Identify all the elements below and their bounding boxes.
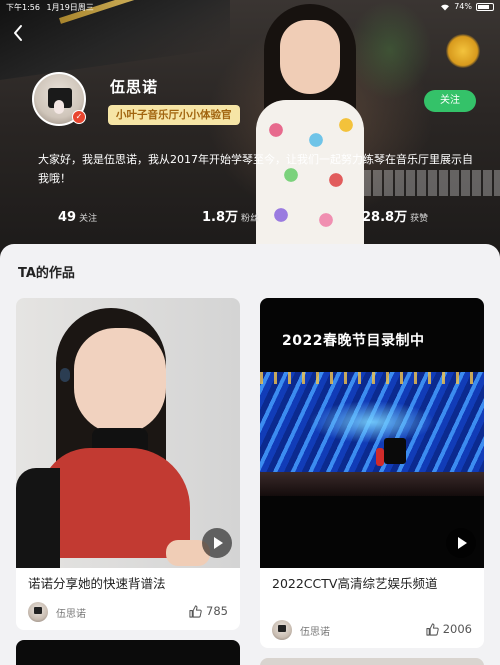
status-date: 1月19日周三 xyxy=(46,3,94,12)
battery-icon xyxy=(476,2,494,11)
video-thumbnail[interactable] xyxy=(16,298,240,568)
stat-likes[interactable]: 28.8万 获赞 xyxy=(362,206,428,225)
thumbnail-caption: 2022春晚节目录制中 xyxy=(282,333,425,349)
back-button[interactable] xyxy=(12,24,26,44)
work-author[interactable]: 伍思诺 xyxy=(28,602,86,622)
stat-value: 1.8万 xyxy=(202,210,239,225)
like-number: 2006 xyxy=(442,622,472,636)
stat-label: 关注 xyxy=(79,214,98,224)
verified-badge-icon: ✓ xyxy=(72,110,86,124)
author-name: 伍思诺 xyxy=(300,626,330,638)
stat-label: 获赞 xyxy=(410,214,429,224)
profile-stats: 49 关注 1.8万 粉丝 28.8万 获赞 xyxy=(0,206,500,226)
status-time: 下午1:56 xyxy=(6,3,40,12)
stat-following[interactable]: 49 关注 xyxy=(58,206,97,225)
profile-bio: 大家好，我是伍思诺，我从2017年开始学琴至今，让我们一起努力练琴在音乐厅里展示… xyxy=(38,153,473,185)
avatar[interactable]: ✓ xyxy=(32,72,86,126)
status-bar: 下午1:56 1月19日周三 74% xyxy=(0,0,500,14)
play-icon[interactable] xyxy=(446,528,476,558)
thumbs-up-icon xyxy=(426,622,439,636)
battery-percent: 74% xyxy=(454,2,472,11)
work-card[interactable]: 2022春晚节目录制中 2022CCTV高清综艺娱乐频道 伍思诺 2006 xyxy=(260,298,484,648)
stat-value: 49 xyxy=(58,210,77,225)
section-title: TA的作品 xyxy=(18,266,75,281)
stat-label: 粉丝 xyxy=(241,214,260,224)
author-avatar xyxy=(272,620,292,640)
profile-name: 伍思诺 xyxy=(110,78,159,96)
like-count[interactable]: 785 xyxy=(189,604,228,618)
like-number: 785 xyxy=(206,604,228,618)
work-author[interactable]: 伍思诺 xyxy=(272,620,330,640)
background-flower xyxy=(446,34,480,68)
role-tag: 小叶子音乐厅小小体验官 xyxy=(108,105,240,125)
like-count[interactable]: 2006 xyxy=(426,622,472,636)
author-avatar xyxy=(28,602,48,622)
follow-button[interactable]: 关注 xyxy=(424,90,476,112)
stat-value: 28.8万 xyxy=(362,210,408,225)
works-panel: TA的作品 诺诺分享她的快速背谱法 伍思诺 785 2022春晚节目录制中 20… xyxy=(0,244,500,665)
work-card[interactable] xyxy=(260,658,484,665)
video-thumbnail[interactable]: 2022春晚节目录制中 xyxy=(260,298,484,568)
work-title[interactable]: 诺诺分享她的快速背谱法 xyxy=(28,574,166,594)
work-card[interactable] xyxy=(16,640,240,665)
work-title[interactable]: 2022CCTV高清综艺娱乐频道 xyxy=(272,574,472,594)
play-icon[interactable] xyxy=(202,528,232,558)
author-name: 伍思诺 xyxy=(56,608,86,620)
work-card[interactable]: 诺诺分享她的快速背谱法 伍思诺 785 xyxy=(16,298,240,630)
thumbs-up-icon xyxy=(189,604,202,618)
stat-fans[interactable]: 1.8万 粉丝 xyxy=(202,206,259,225)
chevron-left-icon xyxy=(14,25,22,41)
wifi-icon xyxy=(441,4,450,10)
